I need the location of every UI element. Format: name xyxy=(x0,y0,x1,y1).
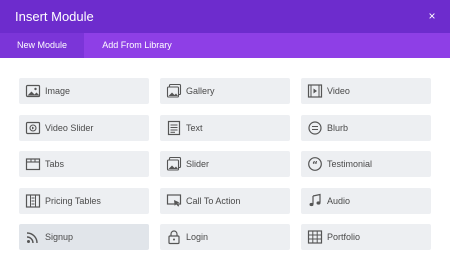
tab-new-module[interactable]: New Module xyxy=(0,33,84,58)
video-slider-icon xyxy=(25,120,41,136)
tab-bar: New Module Add From Library xyxy=(0,33,450,58)
image-icon xyxy=(25,83,41,99)
module-call-to-action[interactable]: Call To Action xyxy=(160,188,290,214)
modal-header: Insert Module × xyxy=(0,0,450,33)
close-icon[interactable]: × xyxy=(423,7,441,25)
video-icon xyxy=(307,83,323,99)
module-testimonial[interactable]: “ Testimonial xyxy=(301,151,431,177)
svg-text:“: “ xyxy=(312,161,318,171)
module-grid: Image Gallery Video Video Slider Text Bl… xyxy=(0,58,450,259)
modal-title: Insert Module xyxy=(15,9,94,24)
insert-module-modal: Insert Module × New Module Add From Libr… xyxy=(0,0,450,259)
text-icon xyxy=(166,120,182,136)
module-label: Image xyxy=(45,86,71,96)
module-label: Tabs xyxy=(45,159,65,169)
module-pricing-tables[interactable]: Pricing Tables xyxy=(19,188,149,214)
module-gallery[interactable]: Gallery xyxy=(160,78,290,104)
module-label: Video xyxy=(327,86,350,96)
module-label: Login xyxy=(186,232,209,242)
module-audio[interactable]: Audio xyxy=(301,188,431,214)
module-portfolio[interactable]: Portfolio xyxy=(301,224,431,250)
audio-icon xyxy=(307,193,323,209)
signup-icon xyxy=(25,229,41,245)
tab-add-from-library[interactable]: Add From Library xyxy=(84,33,190,58)
module-label: Portfolio xyxy=(327,232,361,242)
module-slider[interactable]: Slider xyxy=(160,151,290,177)
module-label: Call To Action xyxy=(186,196,241,206)
login-icon xyxy=(166,229,182,245)
module-label: Video Slider xyxy=(45,123,94,133)
tabs-icon xyxy=(25,156,41,172)
gallery-icon xyxy=(166,83,182,99)
module-label: Audio xyxy=(327,196,351,206)
testimonial-icon: “ xyxy=(307,156,323,172)
module-login[interactable]: Login xyxy=(160,224,290,250)
module-text[interactable]: Text xyxy=(160,115,290,141)
call-to-action-icon xyxy=(166,193,182,209)
blurb-icon xyxy=(307,120,323,136)
module-label: Slider xyxy=(186,159,210,169)
module-label: Text xyxy=(186,123,203,133)
pricing-tables-icon xyxy=(25,193,41,209)
slider-icon xyxy=(166,156,182,172)
module-label: Pricing Tables xyxy=(45,196,101,206)
module-signup[interactable]: Signup xyxy=(19,224,149,250)
module-label: Blurb xyxy=(327,123,349,133)
portfolio-icon xyxy=(307,229,323,245)
module-label: Testimonial xyxy=(327,159,373,169)
module-video-slider[interactable]: Video Slider xyxy=(19,115,149,141)
module-label: Signup xyxy=(45,232,74,242)
module-label: Gallery xyxy=(186,86,215,96)
module-tabs[interactable]: Tabs xyxy=(19,151,149,177)
module-video[interactable]: Video xyxy=(301,78,431,104)
module-image[interactable]: Image xyxy=(19,78,149,104)
module-blurb[interactable]: Blurb xyxy=(301,115,431,141)
